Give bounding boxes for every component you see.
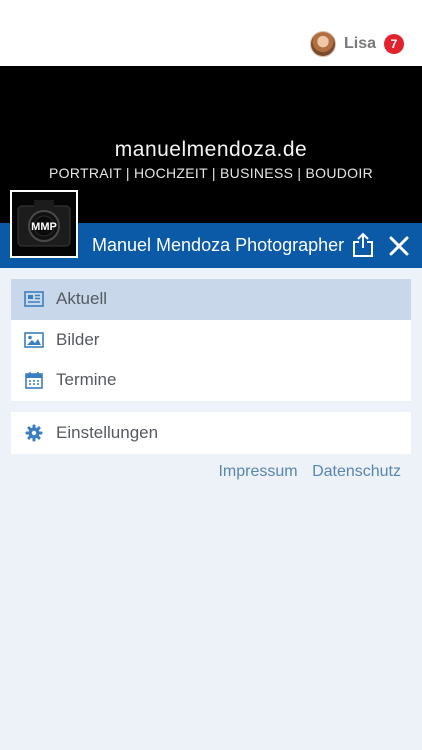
- share-icon: [353, 232, 373, 257]
- newspaper-icon: [24, 289, 44, 309]
- user-profile[interactable]: Lisa 7: [309, 30, 404, 58]
- cover-tagline: PORTRAIT | HOCHZEIT | BUSINESS | BOUDOIR: [49, 165, 373, 181]
- image-icon: [24, 330, 44, 350]
- notification-badge[interactable]: 7: [384, 34, 404, 54]
- share-button[interactable]: [350, 231, 376, 259]
- camera-logo-icon: MMP: [12, 192, 76, 256]
- menu-item-einstellungen[interactable]: Einstellungen: [11, 412, 411, 454]
- user-name[interactable]: Lisa: [344, 35, 376, 53]
- menu-list: Aktuell Bilder Termine: [11, 279, 411, 401]
- avatar[interactable]: [309, 31, 336, 57]
- page-title: Manuel Mendoza Photographer: [92, 235, 345, 255]
- logo-text: MMP: [31, 221, 57, 233]
- calendar-icon: [24, 370, 44, 390]
- menu-item-label: Termine: [56, 370, 117, 390]
- menu-item-label: Aktuell: [56, 289, 108, 309]
- menu-item-bilder[interactable]: Bilder: [11, 320, 411, 361]
- top-bar: Lisa 7: [0, 0, 422, 66]
- gear-icon: [24, 423, 44, 443]
- cover-domain: manuelmendoza.de: [114, 138, 308, 161]
- datenschutz-link[interactable]: Datenschutz: [312, 463, 401, 480]
- menu-item-aktuell[interactable]: Aktuell: [11, 279, 411, 320]
- settings-list: Einstellungen: [11, 412, 411, 454]
- menu-item-label: Einstellungen: [56, 423, 159, 442]
- close-button[interactable]: [386, 233, 412, 259]
- close-icon: [389, 236, 409, 256]
- footer-links: Impressum Datenschutz: [208, 463, 401, 481]
- logo: MMP: [10, 190, 78, 258]
- menu-item-label: Bilder: [56, 329, 100, 349]
- menu-item-termine[interactable]: Termine: [11, 360, 411, 401]
- impressum-link[interactable]: Impressum: [218, 463, 297, 480]
